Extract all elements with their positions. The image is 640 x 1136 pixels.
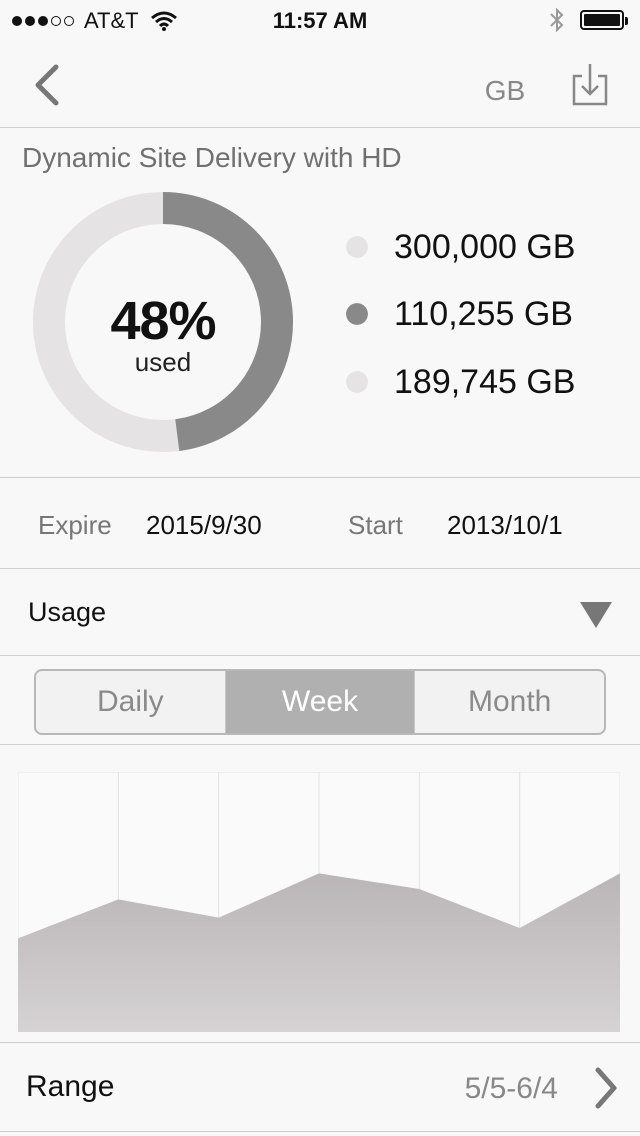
legend-total: 300,000 GB [346,222,575,272]
back-button[interactable] [28,62,68,108]
percent-used-label: used [134,347,192,377]
divider [0,655,640,656]
unit-toggle-button[interactable]: GB [470,72,540,110]
start-date: 2013/10/1 [447,510,563,540]
bluetooth-icon [550,7,564,33]
usage-label: Usage [28,597,107,627]
legend-used: 110,255 GB [346,289,573,339]
period-segmented-control: Daily Week Month [34,669,606,735]
remaining-capacity-value: 189,745 GB [394,362,576,401]
tab-month[interactable]: Month [414,671,604,733]
start-label: Start [348,510,403,540]
tab-week[interactable]: Week [224,671,415,733]
chevron-left-icon [35,64,59,106]
triangle-down-icon[interactable] [580,602,612,628]
chevron-right-icon[interactable] [592,1066,620,1110]
divider [0,477,640,478]
expire-label: Expire [38,510,112,540]
used-dot-icon [346,303,368,325]
total-capacity-value: 300,000 GB [394,227,576,266]
range-label: Range [26,1070,115,1103]
remaining-dot-icon [346,371,368,393]
expire-date: 2015/9/30 [146,510,262,540]
legend-remaining: 189,745 GB [346,357,575,407]
range-value: 5/5-6/4 [464,1072,558,1105]
download-icon [572,64,608,106]
total-dot-icon [346,236,368,258]
plan-title: Dynamic Site Delivery with HD [22,142,402,173]
divider [0,1131,640,1132]
download-button[interactable] [570,62,610,108]
divider [0,127,640,128]
status-bar: AT&T 11:57 AM [0,0,640,40]
used-capacity-value: 110,255 GB [394,294,573,333]
tab-daily[interactable]: Daily [36,671,225,733]
battery-icon [580,10,628,30]
usage-area-chart [18,772,620,1032]
divider [0,744,640,745]
percent-used-value: 48% [110,291,216,351]
clock: 11:57 AM [272,8,368,33]
